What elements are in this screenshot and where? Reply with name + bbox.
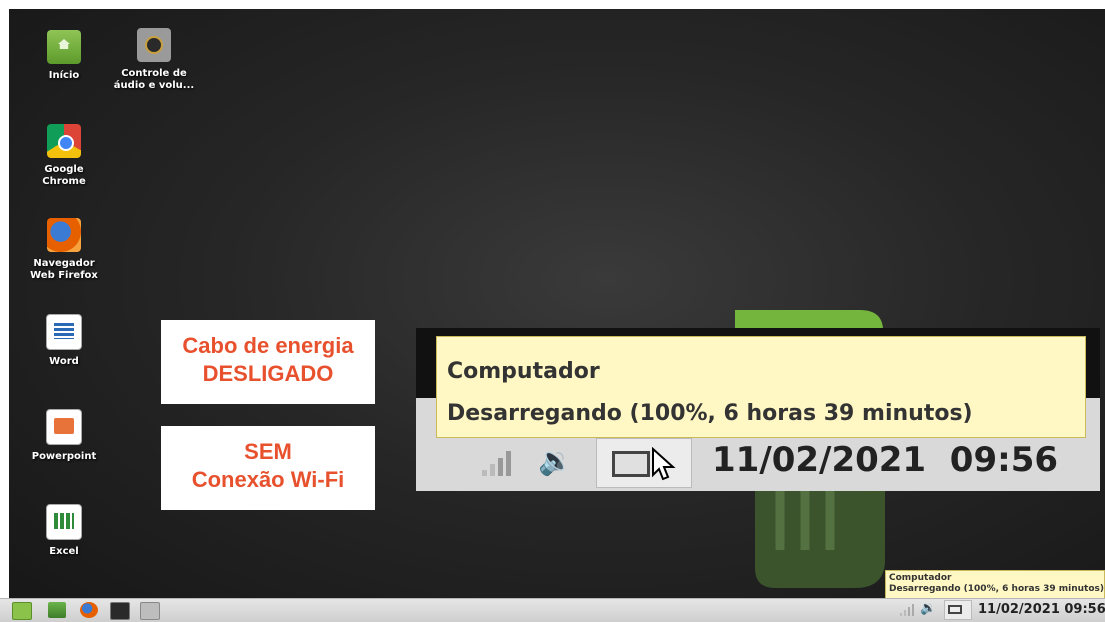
word-icon (46, 314, 82, 350)
desktop-icon-label-line2: Chrome (42, 176, 86, 187)
firefox-icon (47, 218, 81, 252)
desktop-icon-powerpoint[interactable]: Powerpoint (19, 409, 109, 463)
tray-volume-icon[interactable]: 🔉 (920, 601, 936, 616)
wifi-note-line2: Conexão Wi-Fi (191, 467, 345, 492)
desktop-icon-audio-control[interactable]: Controle de áudio e volu... (109, 28, 199, 92)
tray-clock[interactable]: 11/02/2021 09:56 (978, 602, 1105, 617)
desktop-icon-firefox[interactable]: Navegador Web Firefox (19, 218, 109, 282)
power-note-line2: DESLIGADO (202, 361, 334, 386)
network-signal-icon (482, 451, 511, 476)
taskbar-panel: 🔉 11/02/2021 09:56 (0, 598, 1105, 622)
desktop-icon-label: Excel (49, 546, 79, 557)
zoom-clock: 11/02/2021 09:56 (712, 440, 1059, 480)
firefox-launcher-icon[interactable] (80, 602, 98, 618)
small-tooltip-status: Desarregando (100%, 6 horas 39 minutos) (889, 584, 1105, 594)
show-desktop-button[interactable] (48, 602, 66, 618)
zoomed-tray-inset: Computador Desarregando (100%, 6 horas 3… (416, 328, 1100, 491)
tooltip-title: Computador (447, 359, 600, 384)
battery-icon (612, 451, 650, 477)
power-note-line1: Cabo de energia (182, 333, 354, 358)
mouse-cursor-icon (652, 447, 676, 481)
desktop-icon-label: Google (44, 164, 84, 175)
battery-tray-button[interactable] (596, 438, 692, 488)
speaker-icon (137, 28, 171, 62)
tray-network-signal-icon[interactable] (900, 604, 916, 616)
desktop-icon-label: Word (49, 356, 79, 367)
desktop-icon-label: Controle de (121, 68, 187, 79)
desktop-icon-label-line2: áudio e volu... (113, 80, 195, 91)
desktop-icon-label: Powerpoint (31, 451, 97, 462)
terminal-launcher-icon[interactable] (110, 602, 130, 620)
excel-icon (46, 504, 82, 540)
zoom-battery-tooltip: Computador Desarregando (100%, 6 horas 3… (436, 336, 1086, 438)
home-folder-icon (47, 30, 81, 64)
chrome-icon (47, 124, 81, 158)
desktop-icon-excel[interactable]: Excel (19, 504, 109, 558)
power-cable-note: Cabo de energia DESLIGADO (161, 320, 375, 404)
desktop-icon-word[interactable]: Word (19, 314, 109, 368)
desktop-icon-label-line2: Web Firefox (30, 270, 98, 281)
top-border (0, 0, 1105, 9)
wifi-note: SEM Conexão Wi-Fi (161, 426, 375, 510)
volume-icon[interactable]: 🔉 (538, 444, 573, 477)
desktop-icon-home[interactable]: Início (19, 30, 109, 82)
tray-battery-button[interactable] (944, 600, 972, 620)
desktop-icon-chrome[interactable]: Google Chrome (19, 124, 109, 188)
files-launcher-icon[interactable] (140, 602, 160, 620)
tooltip-status: Desarregando (100%, 6 horas 39 minutos) (447, 401, 973, 426)
mint-menu-button[interactable] (12, 602, 32, 620)
desktop-icon-label: Início (48, 70, 80, 81)
left-border (0, 0, 9, 598)
powerpoint-icon (46, 409, 82, 445)
tray-battery-icon (948, 605, 962, 614)
wifi-note-line1: SEM (244, 439, 292, 464)
desktop-icon-label: Navegador (33, 258, 95, 269)
small-tooltip-title: Computador (889, 573, 952, 583)
battery-tooltip: Computador Desarregando (100%, 6 horas 3… (885, 570, 1105, 599)
